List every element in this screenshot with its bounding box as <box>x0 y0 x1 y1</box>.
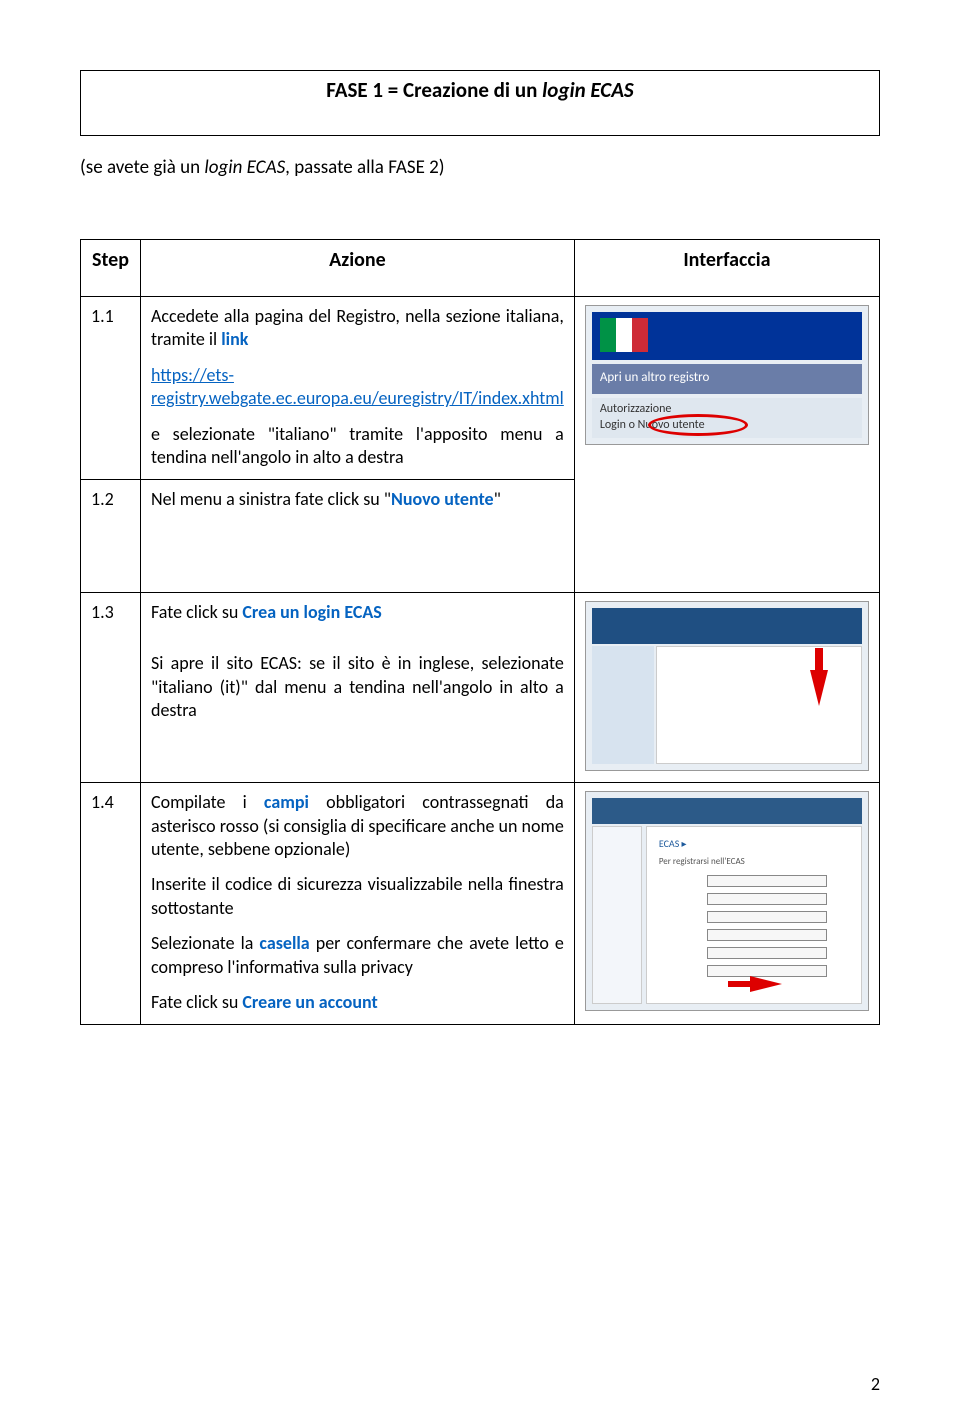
s1-link-word: link <box>221 328 248 350</box>
title-prefix: FASE 1 = Creazione di un <box>326 77 542 103</box>
screenshot-registration-form: ECAS ▸ Per registrarsi nell'ECAS <box>585 791 869 1011</box>
intro-prefix: (se avete già un <box>80 156 204 179</box>
col-step: Step <box>81 240 141 297</box>
screenshot-crea-login-ecas <box>585 601 869 771</box>
intro-line: (se avete già un login ECAS, passate all… <box>80 156 880 179</box>
header-row: Step Azione Interfaccia <box>81 240 880 297</box>
red-arrow-down-icon <box>810 670 828 706</box>
page: FASE 1 = Creazione di un login ECAS (se … <box>0 0 960 1425</box>
s3-link: Crea un login ECAS <box>242 601 381 623</box>
step-num-1-1: 1.1 <box>81 297 141 480</box>
page-number: 2 <box>871 1373 880 1395</box>
s2-a: Nel menu a sinistra fate click su " <box>151 488 391 510</box>
action-1-3: Fate click su Crea un login ECAS Si apre… <box>141 592 575 783</box>
col-interface: Interfaccia <box>574 240 879 297</box>
red-arrow-right-icon <box>750 976 782 992</box>
interface-1-3 <box>574 592 879 783</box>
s1-line3: e selezionate "italiano" tramite l'appos… <box>151 423 564 468</box>
interface-1-4: ECAS ▸ Per registrarsi nell'ECAS <box>574 783 879 1025</box>
step-num-1-3: 1.3 <box>81 592 141 783</box>
action-1-2: Nel menu a sinistra fate click su "Nuovo… <box>141 480 575 592</box>
title-italic: login ECAS <box>542 77 634 103</box>
shot1-mid: Apri un altro registro <box>592 364 862 394</box>
s4-p1a: Compilate i <box>151 791 264 813</box>
row-1-3: 1.3 Fate click su Crea un login ECAS Si … <box>81 592 880 783</box>
row-1-1: 1.1 Accedete alla pagina del Registro, n… <box>81 297 880 480</box>
s4-p4a: Fate click su <box>151 991 242 1013</box>
steps-table: Step Azione Interfaccia 1.1 Accedete all… <box>80 239 880 1025</box>
action-1-4: Compilate i campi obbligatori contrasseg… <box>141 783 575 1025</box>
s4-p1-link: campi <box>264 791 309 813</box>
s3-para: Si apre il sito ECAS: se il sito è in in… <box>151 652 564 722</box>
s4-p3a: Selezionate la <box>151 932 259 954</box>
s4-p4-link: Creare un account <box>242 991 377 1013</box>
title-box: FASE 1 = Creazione di un login ECAS <box>80 70 880 136</box>
intro-suffix: , passate alla FASE 2) <box>285 156 444 179</box>
s4-p2: Inserite il codice di sicurezza visualiz… <box>151 873 564 920</box>
s2-link: Nuovo utente <box>391 488 494 510</box>
row-1-4: 1.4 Compilate i campi obbligatori contra… <box>81 783 880 1025</box>
s4-p3-link: casella <box>259 932 309 954</box>
step-num-1-4: 1.4 <box>81 783 141 1025</box>
action-1-1: Accedete alla pagina del Registro, nella… <box>141 297 575 480</box>
red-oval-highlight <box>648 414 748 436</box>
intro-italic: login ECAS <box>204 156 285 179</box>
s1-text-a: Accedete alla pagina del Registro, nella… <box>151 305 564 350</box>
col-action: Azione <box>141 240 575 297</box>
interface-1-1-2: Apri un altro registro Autorizzazione Lo… <box>574 297 879 593</box>
s1-url[interactable]: https://ets-registry.webgate.ec.europa.e… <box>151 364 564 409</box>
s2-b: " <box>494 488 501 510</box>
step-num-1-2: 1.2 <box>81 480 141 592</box>
s3-a: Fate click su <box>151 601 242 623</box>
screenshot-nuovo-utente: Apri un altro registro Autorizzazione Lo… <box>585 305 869 445</box>
